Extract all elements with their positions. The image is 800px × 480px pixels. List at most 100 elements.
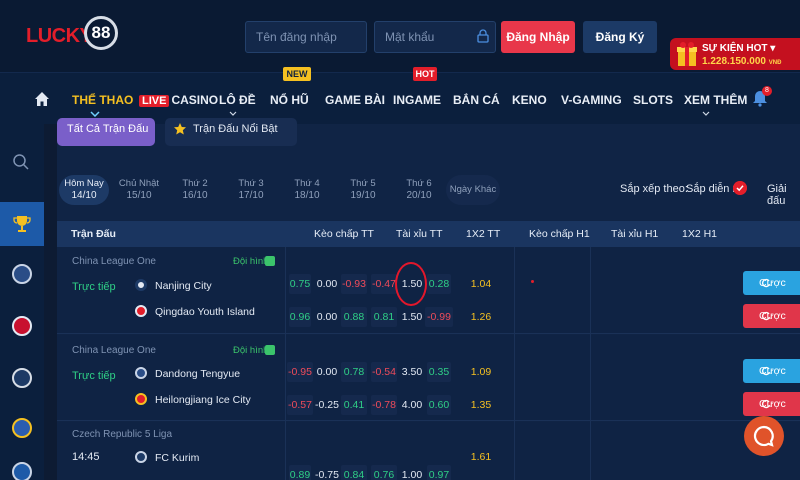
lineup-icon (265, 345, 275, 355)
chevron-down-icon (702, 111, 710, 116)
odds-cell[interactable]: 0.96 (289, 307, 311, 327)
odds-cell[interactable]: 0.75 (289, 274, 311, 294)
top-header: LUCKY 88 Tên đăng nhập Mật khẩu Đăng Nhậ… (0, 0, 800, 72)
odds-cell[interactable]: -0.99 (425, 307, 453, 327)
day-tab-label: Thứ 2 (182, 178, 208, 189)
refresh-icon (762, 278, 771, 288)
all-matches-chip[interactable]: Tất Cả Trận Đấu (57, 118, 155, 146)
lineup-link[interactable]: Đội hình (233, 345, 268, 356)
odds-cell[interactable]: 0.88 (341, 307, 367, 327)
day-tab[interactable]: Thứ 4 18/10 (282, 175, 332, 205)
odds-cell[interactable]: -0.93 (341, 274, 367, 294)
league-icon[interactable] (12, 264, 32, 284)
day-tab-label: Chủ Nhật (118, 178, 160, 189)
league-icon[interactable] (12, 462, 32, 480)
odds-cell[interactable]: 0.76 (371, 465, 397, 480)
league-icon[interactable] (12, 316, 32, 336)
odds-cell[interactable]: 0.28 (427, 274, 451, 294)
sort-label: Sắp xếp theo: (620, 183, 688, 195)
day-tab[interactable]: Thứ 6 20/10 (394, 175, 444, 205)
nav-item-sports[interactable]: THỂ THAO (72, 93, 133, 107)
odds-1x2[interactable]: 1.61 (468, 447, 494, 467)
star-icon (174, 123, 186, 135)
day-tab-date: 19/10 (350, 190, 376, 201)
odds-1x2[interactable]: 1.04 (468, 274, 494, 294)
odds-cell[interactable]: 0.81 (371, 307, 397, 327)
nav-item-more[interactable]: XEM THÊM (684, 93, 747, 107)
register-button[interactable]: Đăng Ký (583, 21, 657, 53)
home-team: Dandong Tengyue (155, 368, 241, 380)
nav-item-jackpot[interactable]: NỔ HŨ (270, 93, 309, 107)
odds-cell[interactable]: -0.54 (371, 362, 397, 382)
day-tab[interactable]: Thứ 2 16/10 (170, 175, 220, 205)
league-name: China League One (72, 345, 156, 356)
day-tab-label: Thứ 3 (238, 178, 264, 189)
bet-button[interactable]: Cược (743, 271, 800, 295)
odds-cell[interactable]: 0.84 (341, 465, 367, 480)
chevron-down-icon (229, 111, 237, 116)
odds-cell[interactable]: -0.57 (287, 395, 313, 415)
odds-cell[interactable]: 0.35 (427, 362, 451, 382)
odds-cell[interactable]: -0.95 (287, 362, 313, 382)
day-tab-date: 16/10 (182, 190, 208, 201)
day-tab-today[interactable]: Hôm Nay 14/10 (59, 175, 109, 205)
lineup-link[interactable]: Đội hình (233, 256, 268, 267)
sort-option-league[interactable]: Giải đấu (767, 183, 800, 207)
nav-item-card-games[interactable]: GAME BÀI (325, 93, 385, 107)
odds-cell[interactable]: 0.60 (427, 395, 451, 415)
match-status: Trực tiếp (72, 281, 116, 293)
odds-1x2[interactable]: 1.09 (468, 362, 494, 382)
day-tab[interactable]: Thứ 3 17/10 (226, 175, 276, 205)
handicap-line: 0.00 (316, 366, 338, 378)
new-tag: NEW (283, 67, 311, 81)
bet-button[interactable]: Cược (743, 392, 800, 416)
page: LUCKY 88 Tên đăng nhập Mật khẩu Đăng Nhậ… (0, 0, 800, 480)
nav-item-keno[interactable]: KENO (512, 93, 547, 107)
league-name: Czech Republic 5 Liga (72, 429, 173, 440)
odds-cell[interactable]: 0.41 (341, 395, 367, 415)
odds-cell[interactable]: -0.78 (371, 395, 397, 415)
total-line: 4.00 (401, 399, 423, 411)
league-icon[interactable] (12, 418, 32, 438)
home-icon[interactable] (34, 91, 50, 107)
day-tab-label: Thứ 5 (350, 178, 376, 189)
odds-1x2[interactable]: 1.26 (468, 307, 494, 327)
odds-cell[interactable]: 0.78 (341, 362, 367, 382)
check-icon[interactable] (733, 181, 747, 195)
bet-button[interactable]: Cược (743, 304, 800, 328)
login-button[interactable]: Đăng Nhập (501, 21, 575, 53)
day-tab-other[interactable]: Ngày Khác (446, 175, 500, 205)
nav-item-casino-label: CASINO (171, 93, 219, 107)
nav-item-v-gaming[interactable]: V-GAMING (561, 93, 622, 107)
trophy-icon (13, 216, 31, 232)
nav-item-casino[interactable]: LIVE CASINO (139, 93, 218, 107)
odds-cell[interactable]: 0.89 (289, 465, 311, 480)
total-line: 3.50 (401, 366, 423, 378)
column-header: Kèo chấp TT (314, 228, 374, 240)
day-tab[interactable]: Thứ 5 19/10 (338, 175, 388, 205)
odds-1x2[interactable]: 1.35 (468, 395, 494, 415)
logo-number: 88 (84, 16, 118, 50)
refresh-icon (762, 366, 771, 376)
team-logo (135, 305, 147, 317)
refresh-icon (762, 399, 771, 409)
day-tab-date: 14/10 (71, 190, 97, 201)
league-icon[interactable] (12, 368, 32, 388)
logo[interactable]: LUCKY 88 (26, 16, 118, 56)
search-icon[interactable] (12, 153, 30, 171)
odds-cell[interactable]: -0.47 (371, 274, 397, 294)
nav-item-ingame[interactable]: INGAME (393, 93, 441, 107)
nav-item-slots[interactable]: SLOTS (633, 93, 673, 107)
total-line: 1.50 (401, 311, 423, 323)
column-divider (590, 247, 591, 480)
day-tab-date: 20/10 (406, 190, 432, 201)
odds-cell[interactable]: 0.97 (427, 465, 451, 480)
day-tab-date: 15/10 (126, 190, 152, 201)
day-tab[interactable]: Chủ Nhật 15/10 (114, 175, 164, 205)
username-field[interactable]: Tên đăng nhập (245, 21, 367, 53)
column-header: 1X2 TT (466, 228, 501, 240)
nav-item-lottery[interactable]: LÔ ĐỀ (219, 93, 256, 107)
nav-item-fishing[interactable]: BẮN CÁ (453, 93, 500, 107)
home-team: Nanjing City (155, 280, 212, 292)
bet-button[interactable]: Cược (743, 359, 800, 383)
